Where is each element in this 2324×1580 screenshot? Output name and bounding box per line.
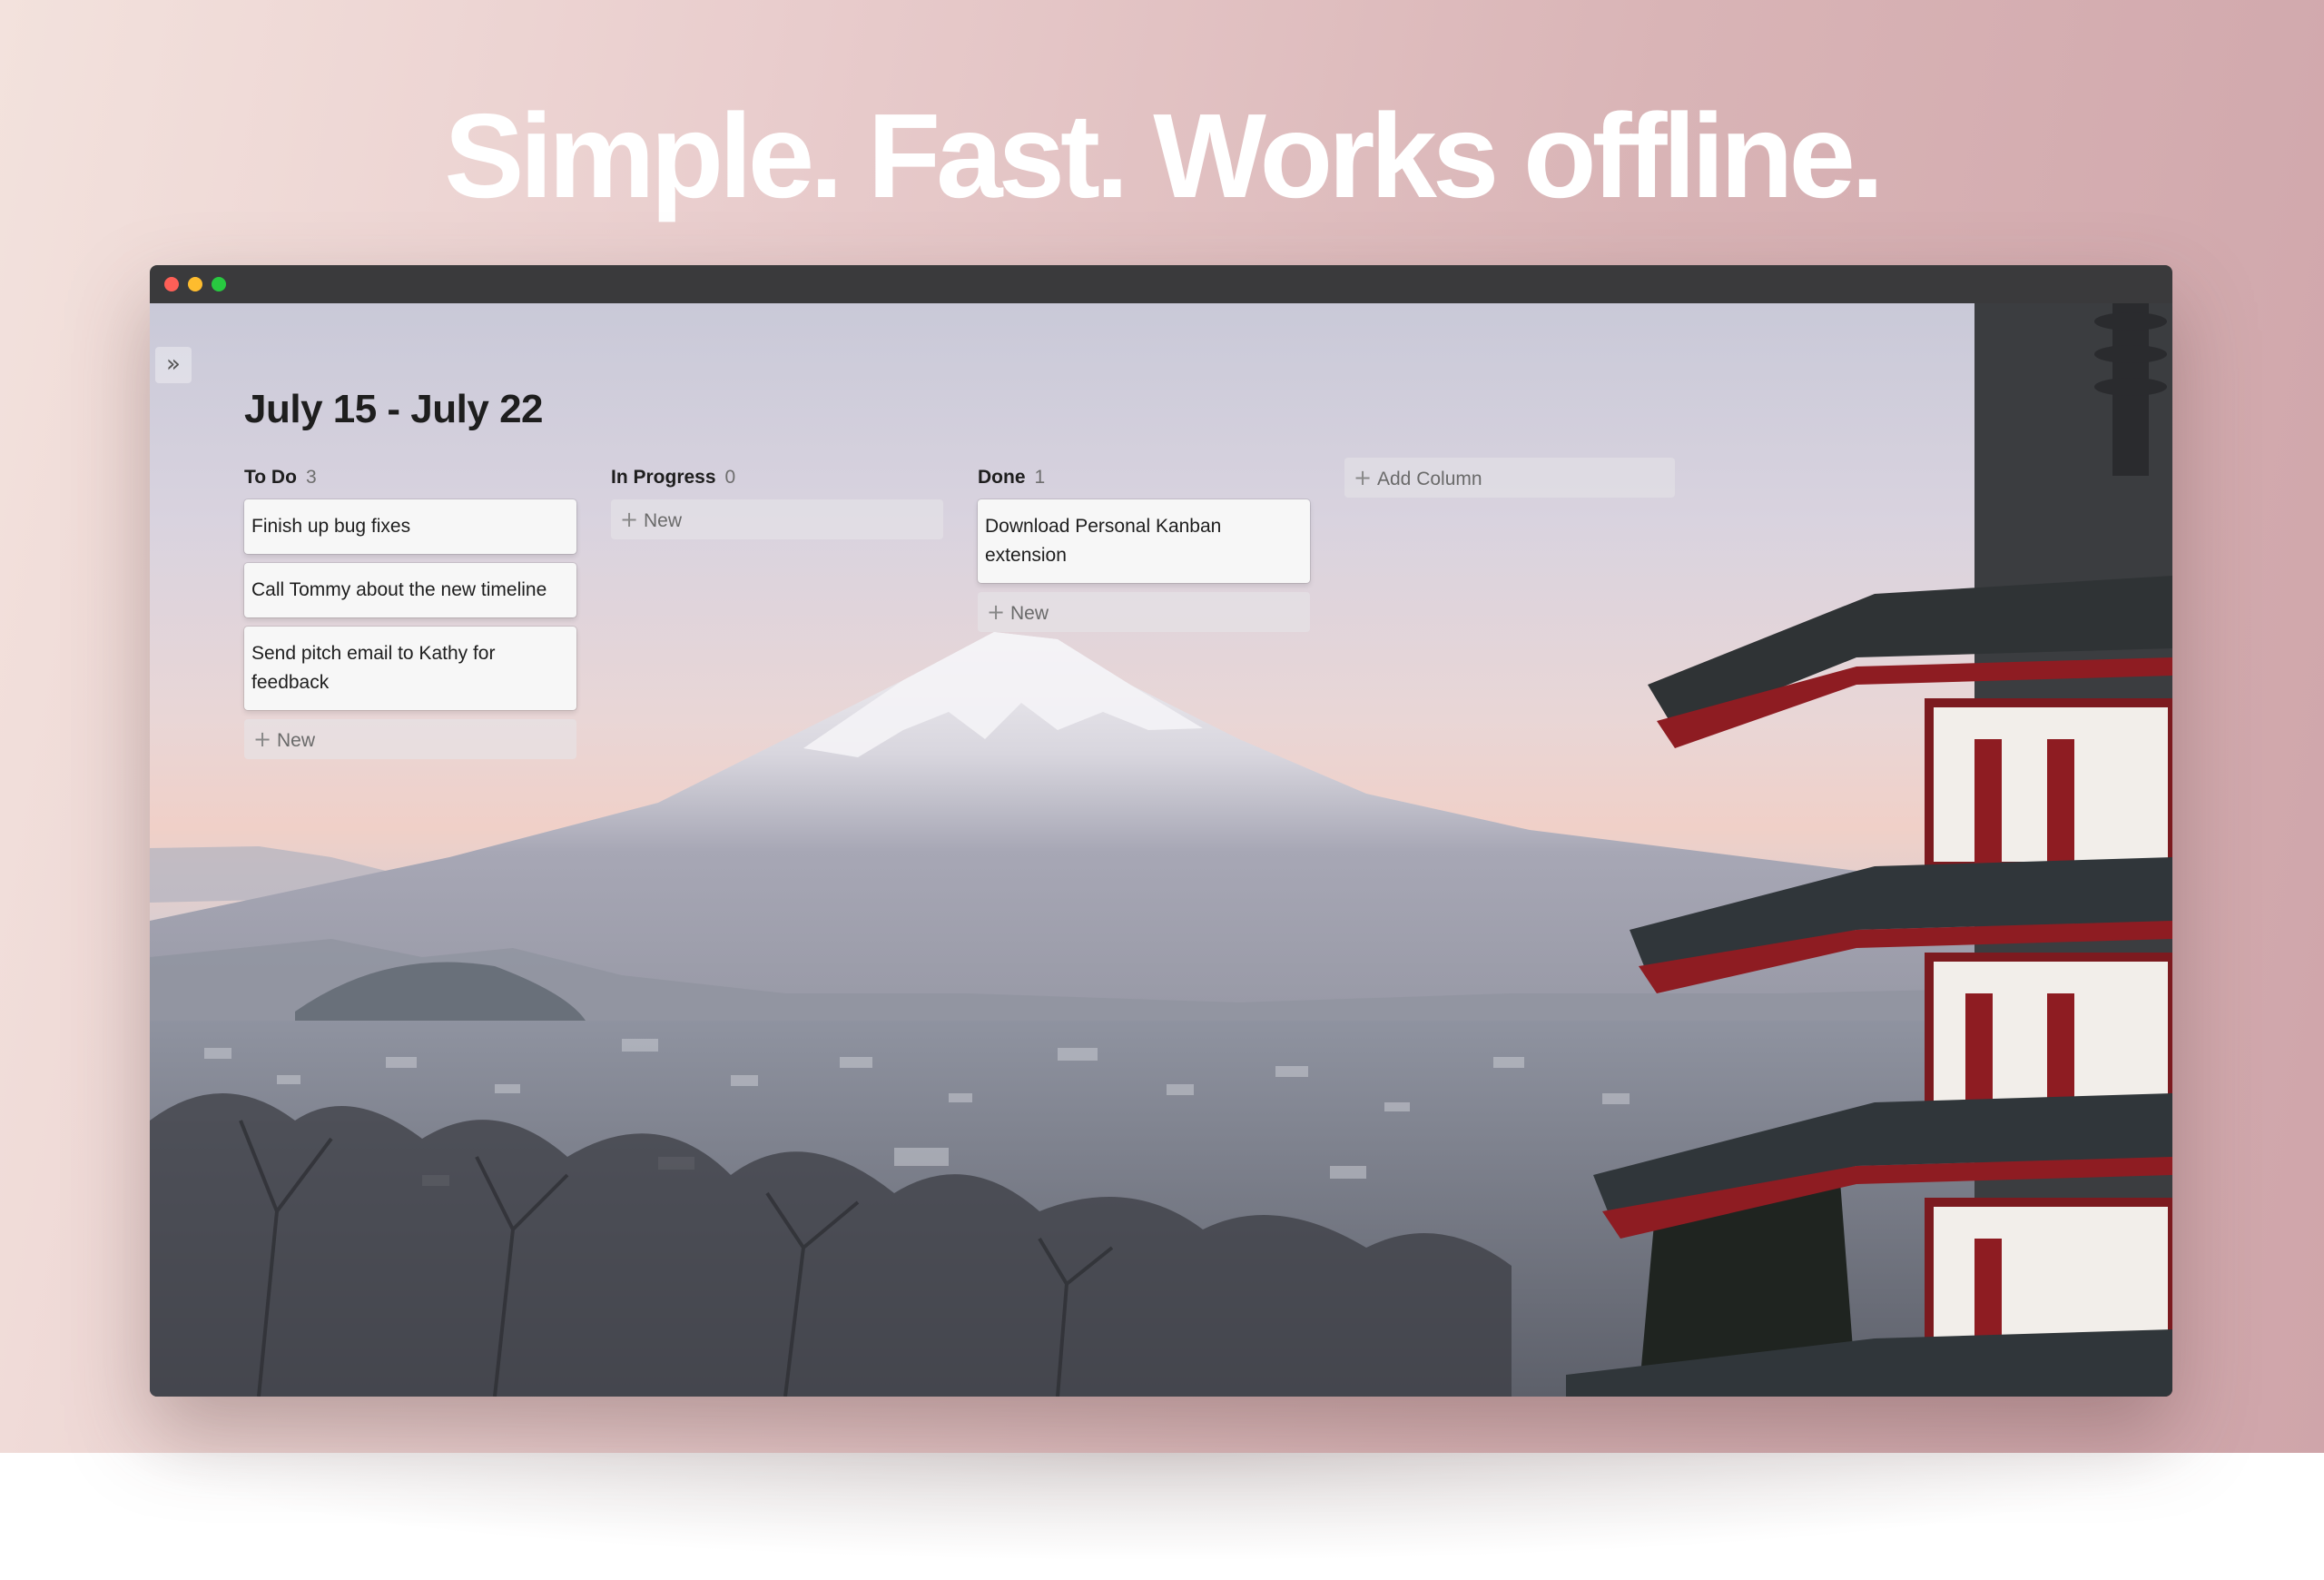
zoom-window-button[interactable] xyxy=(212,277,226,291)
column-count: 3 xyxy=(305,467,317,488)
column-count: 1 xyxy=(1034,467,1046,488)
task-card[interactable]: Finish up bug fixes xyxy=(244,499,576,554)
add-column-label: Add Column xyxy=(1377,469,1482,489)
board-background-image: » July 15 - July 22 To Do 3 Finish up bug… xyxy=(150,303,2172,1397)
column-to-do: To Do 3 Finish up bug fixes Call Tommy ab… xyxy=(244,463,576,759)
new-card-button[interactable]: + New xyxy=(611,499,943,539)
minimize-window-button[interactable] xyxy=(188,277,202,291)
new-card-label: New xyxy=(1010,603,1049,624)
task-card[interactable]: Download Personal Kanban extension xyxy=(978,499,1310,583)
column-count: 0 xyxy=(724,467,736,488)
new-card-label: New xyxy=(644,510,683,531)
column-header[interactable]: Done 1 xyxy=(978,463,1310,492)
window-shadow xyxy=(109,1453,2215,1562)
double-chevron-right-icon: » xyxy=(166,351,181,378)
task-card[interactable]: Send pitch email to Kathy for feedback xyxy=(244,627,576,710)
column-done: Done 1 Download Personal Kanban extension… xyxy=(978,463,1310,632)
column-header[interactable]: In Progress 0 xyxy=(611,463,943,492)
app-window: » July 15 - July 22 To Do 3 Finish up bug… xyxy=(150,265,2172,1397)
headline: Simple. Fast. Works offline. xyxy=(444,89,1884,222)
new-card-button[interactable]: + New xyxy=(978,592,1310,632)
plus-icon: + xyxy=(253,726,272,752)
sidebar-toggle-button[interactable]: » xyxy=(155,347,192,383)
column-name: To Do xyxy=(244,467,297,488)
plus-icon: + xyxy=(987,599,1006,625)
task-card[interactable]: Call Tommy about the new timeline xyxy=(244,563,576,617)
add-column-button[interactable]: + Add Column xyxy=(1344,458,1675,498)
column-in-progress: In Progress 0 + New xyxy=(611,463,943,539)
column-name: In Progress xyxy=(611,467,716,488)
new-card-label: New xyxy=(277,730,316,751)
board-title: July 15 - July 22 xyxy=(244,387,544,431)
window-titlebar xyxy=(150,265,2172,303)
column-header[interactable]: To Do 3 xyxy=(244,463,576,492)
new-card-button[interactable]: + New xyxy=(244,719,576,759)
column-name: Done xyxy=(978,467,1026,488)
plus-icon: + xyxy=(620,507,639,532)
close-window-button[interactable] xyxy=(164,277,179,291)
plus-icon: + xyxy=(1354,465,1373,490)
